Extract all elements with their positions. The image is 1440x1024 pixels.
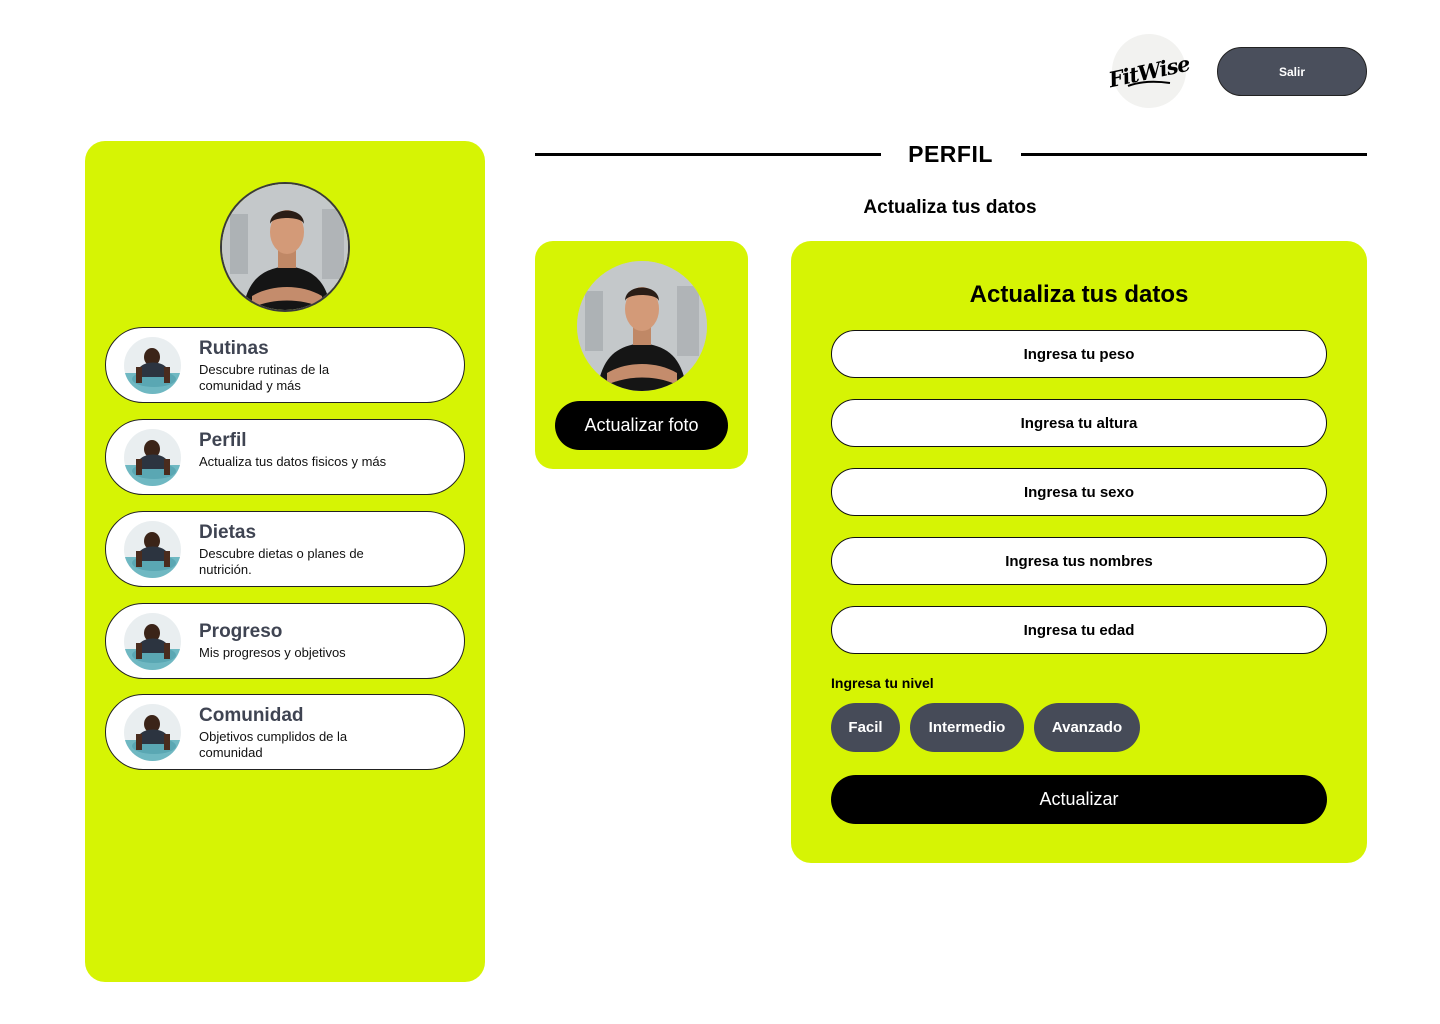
profile-avatar <box>220 182 350 312</box>
perfil-thumbnail <box>124 429 181 486</box>
level-intermedio-button[interactable]: Intermedio <box>910 703 1024 752</box>
sidebar: Rutinas Descubre rutinas de la comunidad… <box>85 141 485 982</box>
sidebar-item-desc: Objetivos cumplidos de la comunidad <box>199 729 348 760</box>
profile-photo <box>577 261 707 391</box>
fitwise-logo[interactable]: FitWise <box>1106 34 1192 108</box>
sidebar-item-title: Dietas <box>199 522 257 543</box>
update-photo-button[interactable]: Actualizar foto <box>555 401 728 450</box>
sidebar-item-desc: Mis progresos y objetivos <box>199 645 346 660</box>
weight-field[interactable]: Ingresa tu peso <box>831 330 1327 378</box>
sidebar-item-desc: Actualiza tus datos fisicos y más <box>199 454 387 469</box>
sidebar-item-title: Rutinas <box>199 338 269 359</box>
level-label: Ingresa tu nivel <box>831 675 934 691</box>
submit-button[interactable]: Actualizar <box>831 775 1327 824</box>
sidebar-item-title: Perfil <box>199 430 247 451</box>
names-field[interactable]: Ingresa tus nombres <box>831 537 1327 585</box>
level-facil-button[interactable]: Facil <box>831 703 900 752</box>
form-title: Actualiza tus datos <box>969 281 1189 308</box>
sidebar-item-comunidad[interactable]: Comunidad Objetivos cumplidos de la comu… <box>105 694 465 770</box>
sidebar-item-title: Progreso <box>199 621 283 642</box>
sidebar-item-perfil[interactable]: Perfil Actualiza tus datos fisicos y más <box>105 419 465 495</box>
progreso-thumbnail <box>124 613 181 670</box>
rutinas-thumbnail <box>124 337 181 394</box>
sidebar-item-progreso[interactable]: Progreso Mis progresos y objetivos <box>105 603 465 679</box>
logout-button[interactable]: Salir <box>1217 47 1367 96</box>
sidebar-item-rutinas[interactable]: Rutinas Descubre rutinas de la comunidad… <box>105 327 465 403</box>
comunidad-thumbnail <box>124 704 181 761</box>
sidebar-item-desc: Descubre dietas o planes de nutrición. <box>199 546 364 577</box>
height-field[interactable]: Ingresa tu altura <box>831 399 1327 447</box>
dietas-thumbnail <box>124 521 181 578</box>
sidebar-item-title: Comunidad <box>199 705 304 726</box>
sidebar-item-dietas[interactable]: Dietas Descubre dietas o planes de nutri… <box>105 511 465 587</box>
title-rule-left <box>535 153 881 156</box>
sex-field[interactable]: Ingresa tu sexo <box>831 468 1327 516</box>
page-subtitle: Actualiza tus datos <box>863 197 1037 218</box>
age-field[interactable]: Ingresa tu edad <box>831 606 1327 654</box>
sidebar-item-desc: Descubre rutinas de la comunidad y más <box>199 362 330 393</box>
level-avanzado-button[interactable]: Avanzado <box>1034 703 1140 752</box>
title-rule-right <box>1021 153 1367 156</box>
profile-form: Actualiza tus datos Ingresa tu peso Ingr… <box>791 241 1367 863</box>
photo-card: Actualizar foto <box>535 241 748 469</box>
page-title: PERFIL <box>908 141 993 167</box>
logo-swoosh-icon <box>1127 80 1171 87</box>
